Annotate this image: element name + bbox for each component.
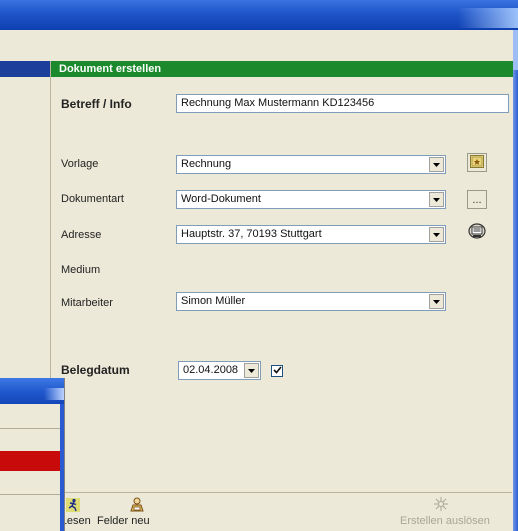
border-glare (513, 30, 518, 70)
dokumentart-value: Word-Dokument (181, 193, 261, 205)
browse-button-label: ... (472, 193, 482, 206)
section-header: Dokument erstellen (51, 61, 513, 77)
mitarbeiter-value: Simon Müller (181, 295, 246, 307)
mitarbeiter-label: Mitarbeiter (61, 297, 113, 309)
chevron-down-icon[interactable] (429, 294, 444, 309)
sparkle-icon[interactable] (433, 496, 449, 515)
belegdatum-value: 02.04.2008 (183, 364, 239, 376)
checkmark-icon (272, 365, 282, 377)
betreff-input[interactable]: Rechnung Max Mustermann KD123456 (176, 94, 509, 113)
chevron-down-icon[interactable] (429, 192, 444, 207)
chevron-down-icon[interactable] (429, 227, 444, 242)
chevron-down-icon[interactable] (244, 363, 259, 378)
row-divider (0, 494, 60, 495)
adresse-lookup-button[interactable] (467, 223, 487, 242)
highlighted-row[interactable] (0, 451, 64, 471)
adresse-select[interactable]: Hauptstr. 37, 70193 Stuttgart (176, 225, 446, 244)
left-section-strip (0, 61, 50, 77)
belegdatum-checkbox[interactable] (271, 365, 283, 377)
medium-label: Medium (61, 264, 101, 276)
felder-neu-button[interactable]: Felder neu (97, 515, 150, 527)
betreff-label: Betreff / Info (61, 97, 132, 111)
background-window[interactable] (0, 378, 65, 531)
vorlage-label: Vorlage (61, 158, 99, 170)
chevron-down-icon[interactable] (429, 157, 444, 172)
dokumentart-label: Dokumentart (61, 193, 124, 205)
vorlage-select[interactable]: Rechnung (176, 155, 446, 174)
titlebar-glare (458, 8, 518, 28)
vorlage-template-button[interactable] (467, 153, 487, 172)
dokumentart-browse-button[interactable]: ... (467, 190, 487, 209)
window-titlebar[interactable] (0, 0, 518, 30)
mitarbeiter-select[interactable]: Simon Müller (176, 292, 446, 311)
subwindow-glare (44, 388, 64, 400)
document-panel: Dokument erstellen Betreff / Info Rechnu… (50, 61, 513, 531)
belegdatum-label: Belegdatum (61, 363, 130, 377)
adresse-label: Adresse (61, 229, 102, 241)
fields-icon[interactable] (129, 497, 145, 515)
address-book-icon (468, 223, 486, 242)
subwindow-border (60, 404, 64, 531)
vorlage-value: Rechnung (181, 158, 232, 170)
adresse-value: Hauptstr. 37, 70193 Stuttgart (181, 228, 322, 240)
toolbar-separator (50, 492, 512, 493)
template-icon (470, 154, 484, 171)
dokumentart-select[interactable]: Word-Dokument (176, 190, 446, 209)
belegdatum-picker[interactable]: 02.04.2008 (178, 361, 261, 380)
row-divider (0, 428, 60, 429)
runner-icon[interactable] (66, 498, 80, 515)
erstellen-button[interactable]: Erstellen auslösen (400, 515, 490, 527)
background-window-titlebar[interactable] (0, 378, 64, 404)
window-right-border (513, 30, 518, 531)
